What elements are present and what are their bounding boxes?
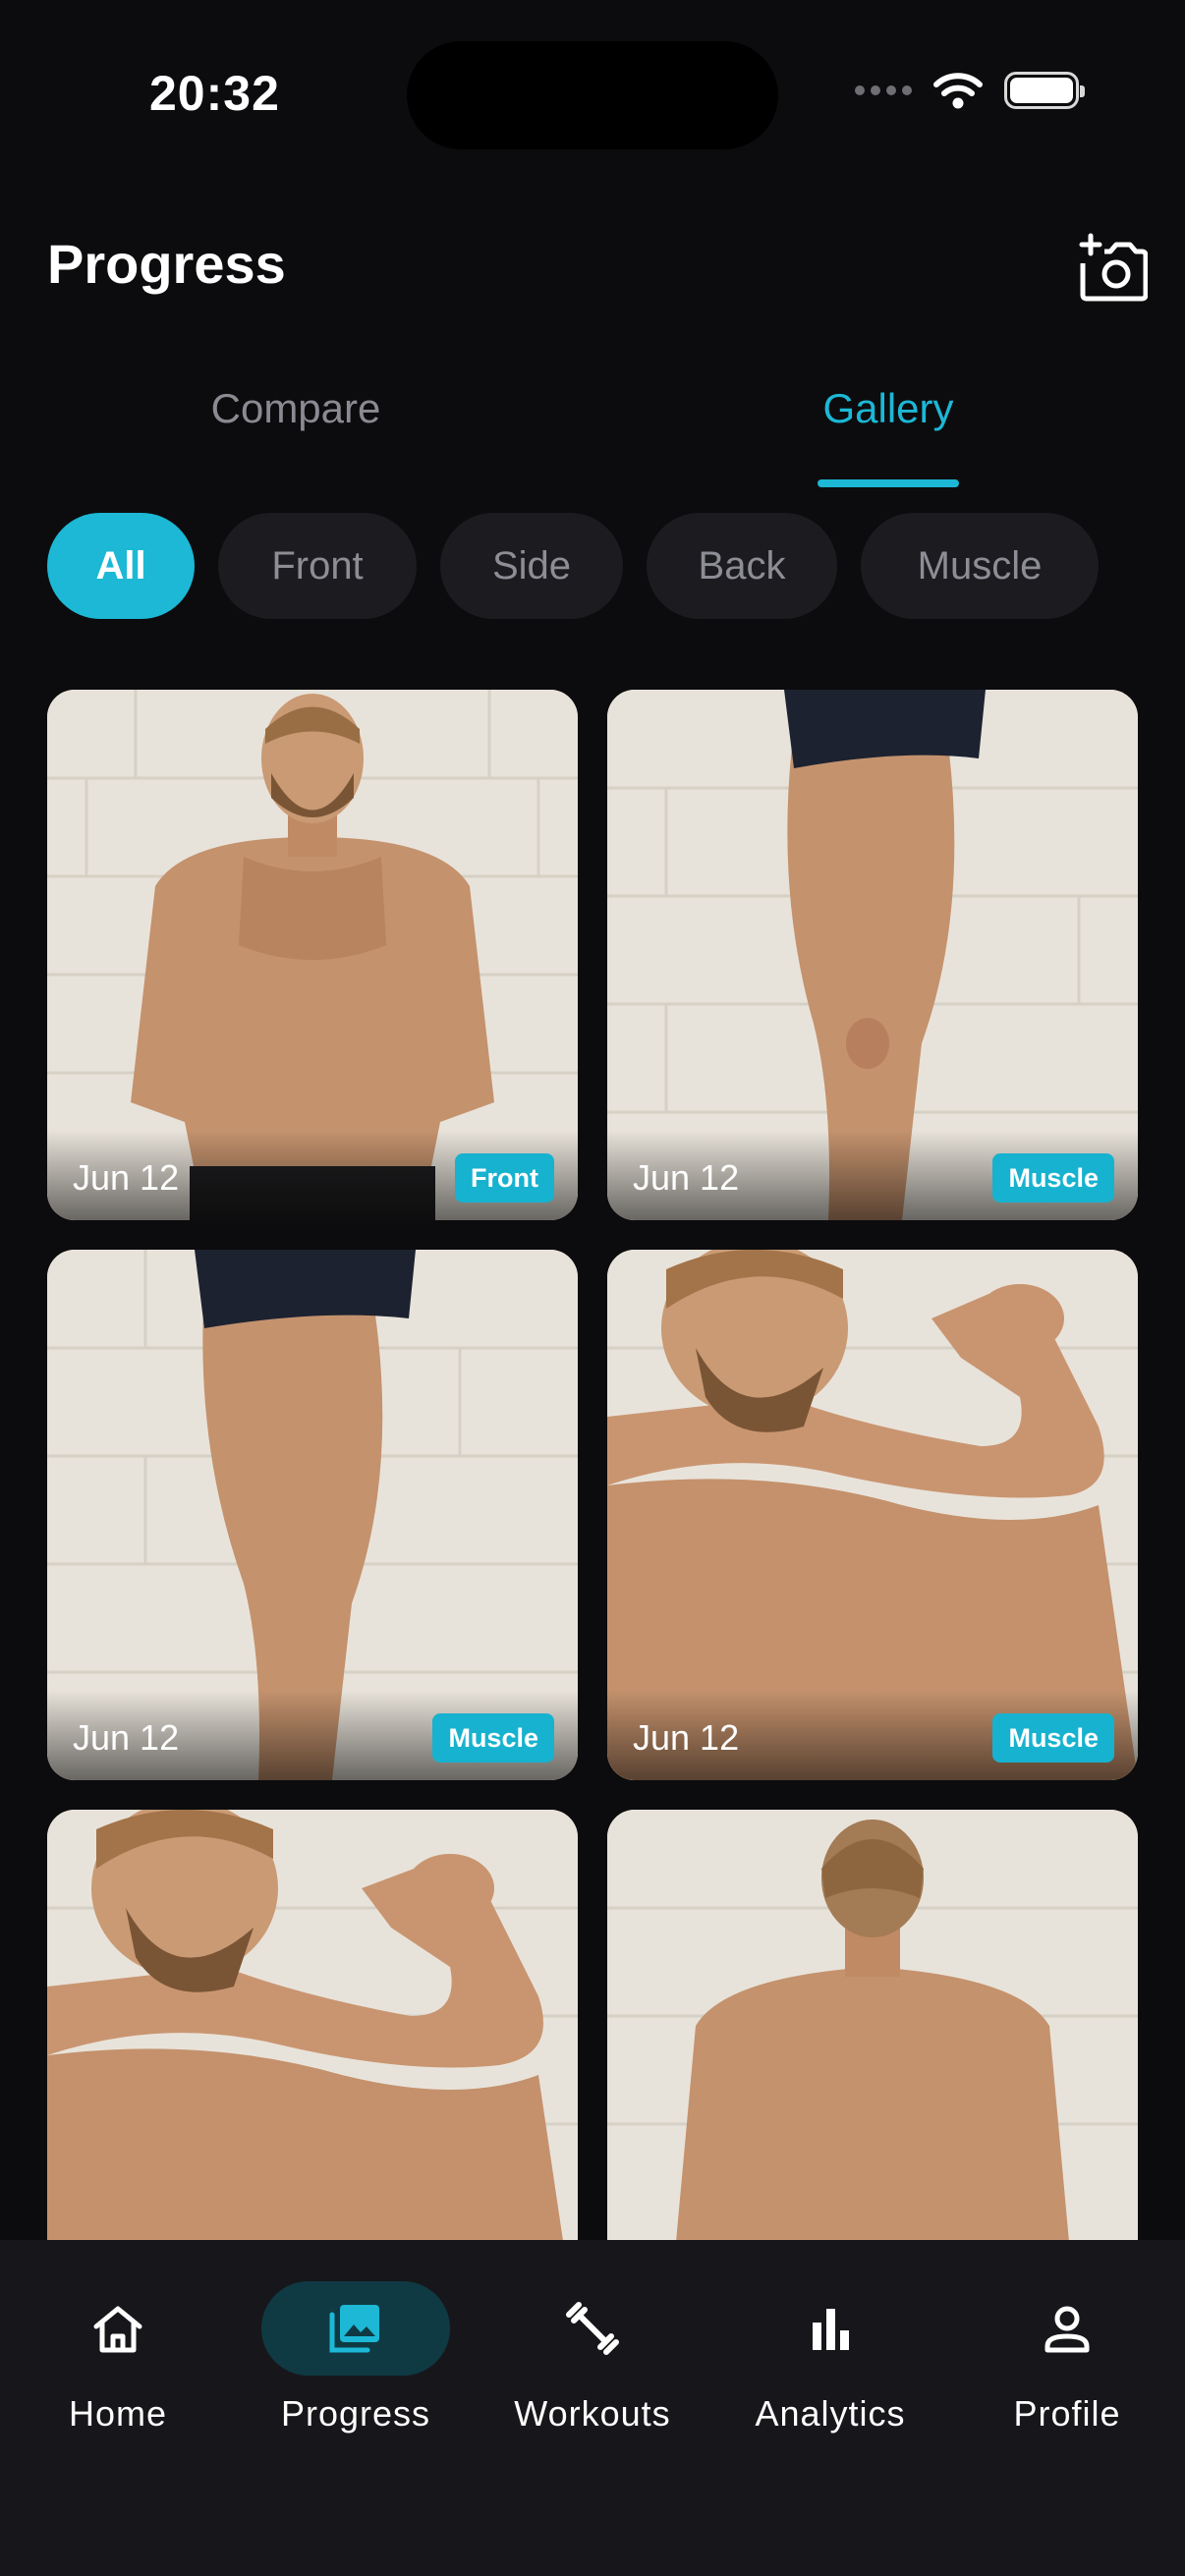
nav-analytics[interactable]: Analytics xyxy=(722,2281,938,2435)
filter-chip-back[interactable]: Back xyxy=(647,513,837,619)
gallery-photo-card[interactable]: Jun 12 Muscle xyxy=(607,1250,1138,1780)
bar-chart-icon xyxy=(813,2309,849,2350)
gallery-photo-card[interactable] xyxy=(607,1810,1138,2240)
dumbbell-icon xyxy=(566,2302,619,2355)
back-pose-photo xyxy=(607,1810,1138,2240)
gallery-icon xyxy=(329,2305,379,2353)
cellular-signal-icon xyxy=(855,85,912,95)
nav-label: Home xyxy=(68,2393,168,2434)
bicep-flex-photo xyxy=(47,1810,578,2240)
nav-label: Workouts xyxy=(514,2393,671,2434)
home-icon xyxy=(93,2306,142,2353)
gallery-photo-card[interactable]: Jun 12 Muscle xyxy=(607,690,1138,1220)
tab-gallery[interactable]: Gallery xyxy=(692,385,1085,432)
nav-profile[interactable]: Profile xyxy=(959,2281,1175,2435)
wifi-icon xyxy=(933,73,983,109)
gallery-photo-card[interactable]: Jun 12 Front xyxy=(47,690,578,1220)
nav-label: Analytics xyxy=(755,2393,906,2434)
photo-date: Jun 12 xyxy=(633,1717,740,1758)
filter-chips: All Front Side Back Muscle xyxy=(47,513,1099,619)
dynamic-island xyxy=(407,41,778,149)
nav-label: Profile xyxy=(1013,2393,1121,2434)
status-icons xyxy=(855,71,1085,110)
battery-icon xyxy=(1004,72,1085,109)
photo-tag: Front xyxy=(455,1153,554,1203)
nav-workouts[interactable]: Workouts xyxy=(484,2281,701,2435)
person-icon xyxy=(1044,2306,1090,2353)
filter-chip-front[interactable]: Front xyxy=(218,513,417,619)
status-time: 20:32 xyxy=(149,66,280,121)
photo-date: Jun 12 xyxy=(73,1717,180,1758)
photo-gallery-grid: Jun 12 Front Jun 12 Muscle Jun 12 Muscle… xyxy=(47,690,1138,2240)
filter-chip-muscle[interactable]: Muscle xyxy=(861,513,1099,619)
photo-date: Jun 12 xyxy=(633,1157,740,1198)
gallery-photo-card[interactable]: Jun 12 Muscle xyxy=(47,1250,578,1780)
filter-chip-all[interactable]: All xyxy=(47,513,195,619)
progress-screen: 20:32 Progress Compare Gallery All Front… xyxy=(0,0,1185,2576)
photo-tag: Muscle xyxy=(992,1713,1114,1763)
active-tab-indicator xyxy=(818,479,959,487)
page-title: Progress xyxy=(47,233,286,295)
photo-date: Jun 12 xyxy=(73,1157,180,1198)
nav-progress[interactable]: Progress xyxy=(248,2281,464,2435)
tab-compare[interactable]: Compare xyxy=(99,385,492,432)
photo-tag: Muscle xyxy=(992,1153,1114,1203)
nav-label: Progress xyxy=(280,2393,431,2434)
photo-tag: Muscle xyxy=(432,1713,554,1763)
gallery-photo-card[interactable] xyxy=(47,1810,578,2240)
add-photo-camera-icon[interactable] xyxy=(1077,232,1148,303)
bottom-navigation: Home Progress Workouts Analytics Profile xyxy=(0,2240,1185,2576)
filter-chip-side[interactable]: Side xyxy=(440,513,623,619)
nav-home[interactable]: Home xyxy=(10,2281,226,2435)
